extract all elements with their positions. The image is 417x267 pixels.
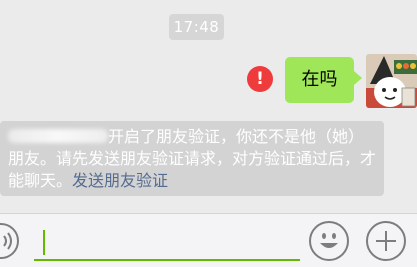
send-verification-link[interactable]: 发送朋友验证 xyxy=(72,171,168,190)
avatar-image xyxy=(366,54,417,108)
outgoing-message-bubble[interactable]: 在吗 xyxy=(285,57,354,103)
message-input[interactable] xyxy=(34,225,300,261)
emoji-button[interactable] xyxy=(309,221,349,261)
avatar[interactable] xyxy=(366,54,417,108)
blurred-contact-name xyxy=(8,129,108,143)
chat-timestamp: 17:48 xyxy=(169,14,224,40)
voice-button[interactable] xyxy=(0,223,19,259)
plus-icon xyxy=(376,231,396,251)
voice-icon xyxy=(3,232,12,250)
more-button[interactable] xyxy=(366,221,406,261)
text-caret xyxy=(43,230,45,255)
emoji-icon xyxy=(320,233,338,248)
friend-verification-notice: 开启了朋友验证，你还不是他（她）朋友。请先发送朋友验证请求，对方验证通过后，才能… xyxy=(0,121,384,196)
error-exclamation-icon[interactable]: ! xyxy=(247,66,273,92)
bubble-tail xyxy=(354,71,362,85)
